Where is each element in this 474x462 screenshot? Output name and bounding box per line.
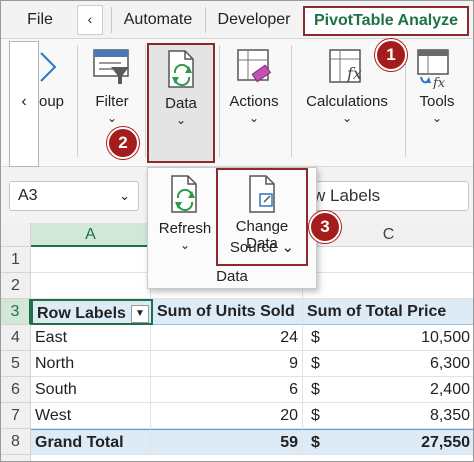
step-badge-1: 1 — [375, 39, 407, 71]
column-header-a[interactable]: A — [31, 223, 151, 247]
data-refresh-icon — [168, 50, 194, 88]
price-value: 8,350 — [429, 407, 470, 424]
filter-dropdown-icon[interactable]: ▼ — [131, 305, 149, 323]
table-row-units[interactable]: 20 — [151, 403, 303, 429]
table-row-label[interactable]: North — [31, 351, 151, 377]
select-all-corner[interactable] — [1, 223, 31, 247]
ribbon-divider — [77, 45, 78, 157]
tab-developer[interactable]: Developer — [207, 5, 301, 35]
actions-label: Actions — [229, 93, 279, 110]
table-row-label[interactable]: South — [31, 377, 151, 403]
row-header-1[interactable]: 1 — [1, 247, 31, 273]
change-data-source-button[interactable]: Change Data Source ⌄ — [216, 168, 308, 266]
tools-chevron-icon: ⌄ — [431, 111, 443, 125]
row-header-7[interactable]: 7 — [1, 403, 31, 429]
price-value: 10,500 — [421, 329, 470, 346]
cell[interactable] — [31, 247, 151, 273]
tab-automate[interactable]: Automate — [113, 5, 203, 35]
currency-symbol: $ — [311, 434, 320, 451]
tools-button[interactable]: fx Tools ⌄ — [409, 39, 465, 167]
refresh-button[interactable]: Refresh ⌄ — [152, 172, 218, 266]
tab-pivottable-analyze[interactable]: PivotTable Analyze — [303, 6, 469, 36]
tab-divider — [111, 7, 112, 33]
pivot-header-row-labels[interactable]: Row Labels ▼ — [31, 299, 153, 325]
change-data-source-icon — [249, 175, 275, 213]
filter-icon — [93, 49, 129, 84]
tools-icon: fx — [417, 49, 449, 89]
price-value: 6,300 — [429, 355, 470, 372]
cell[interactable] — [303, 273, 473, 299]
step-badge-3: 3 — [309, 211, 341, 243]
group-label: oup — [39, 93, 65, 110]
refresh-icon — [171, 175, 197, 213]
calculations-label: Calculations — [306, 93, 388, 110]
name-box[interactable]: A3 ⌄ — [9, 181, 139, 211]
data-group-label: Data — [216, 268, 248, 285]
row-labels-text: Row Labels — [37, 305, 126, 322]
ribbon-divider — [291, 45, 292, 157]
currency-symbol: $ — [311, 355, 320, 372]
data-dropdown-menu: Refresh ⌄ Change Data Source ⌄ Data — [147, 167, 317, 289]
table-row-units[interactable]: 9 — [151, 351, 303, 377]
name-box-value: A3 — [18, 187, 38, 204]
cell[interactable] — [303, 247, 473, 273]
table-row-price[interactable]: $ 2,400 — [303, 377, 473, 403]
change-data-source-line2: Source ⌄ — [229, 239, 295, 256]
row-header-8[interactable]: 8 — [1, 429, 31, 455]
tools-label: Tools — [419, 93, 455, 110]
tab-scroll-left-button[interactable]: ‹ — [77, 5, 103, 35]
table-row-units[interactable]: 24 — [151, 325, 303, 351]
actions-chevron-icon: ⌄ — [248, 111, 260, 125]
ribbon-divider — [145, 45, 146, 157]
tab-file[interactable]: File — [11, 5, 69, 35]
currency-symbol: $ — [311, 381, 320, 398]
tab-divider — [205, 7, 206, 33]
data-label: Data — [165, 95, 197, 112]
grand-total-units[interactable]: 59 — [151, 429, 303, 455]
calculations-icon: fx — [329, 49, 362, 83]
ribbon-tab-bar: File ‹ Automate Developer PivotTable Ana… — [1, 1, 473, 39]
price-value: 2,400 — [429, 381, 470, 398]
calculations-chevron-icon: ⌄ — [341, 111, 353, 125]
svg-text:fx: fx — [346, 64, 362, 83]
table-row-units[interactable]: 6 — [151, 377, 303, 403]
actions-icon — [237, 49, 272, 83]
row-header-9[interactable] — [1, 455, 31, 461]
pivot-header-units[interactable]: Sum of Units Sold — [153, 299, 303, 325]
refresh-label: Refresh — [158, 220, 212, 237]
name-box-dropdown-icon[interactable]: ⌄ — [119, 182, 130, 210]
cell[interactable] — [31, 273, 151, 299]
excel-window: File ‹ Automate Developer PivotTable Ana… — [0, 0, 474, 462]
step-badge-2: 2 — [107, 127, 139, 159]
grand-total-price[interactable]: $ 27,550 — [303, 429, 473, 455]
table-row-price[interactable]: $ 8,350 — [303, 403, 473, 429]
formula-content: w Labels — [313, 186, 381, 205]
currency-symbol: $ — [311, 329, 320, 346]
table-row-price[interactable]: $ 10,500 — [303, 325, 473, 351]
table-row-label[interactable]: East — [31, 325, 151, 351]
currency-symbol: $ — [311, 407, 320, 424]
data-chevron-icon: ⌄ — [175, 113, 187, 127]
row-header-3[interactable]: 3 — [1, 299, 31, 325]
row-header-2[interactable]: 2 — [1, 273, 31, 299]
pivot-header-price[interactable]: Sum of Total Price — [303, 299, 473, 325]
svg-text:fx: fx — [432, 76, 446, 89]
table-row-price[interactable]: $ 6,300 — [303, 351, 473, 377]
data-button[interactable]: Data ⌄ — [147, 43, 215, 163]
actions-button[interactable]: Actions ⌄ — [223, 39, 285, 167]
group-button[interactable]: oup — [1, 39, 77, 167]
filter-chevron-icon: ⌄ — [106, 111, 118, 125]
refresh-chevron-icon: ⌄ — [179, 238, 191, 252]
table-row-label[interactable]: West — [31, 403, 151, 429]
group-icon — [40, 52, 57, 82]
filter-label: Filter — [95, 93, 129, 110]
grand-total-label[interactable]: Grand Total — [31, 429, 151, 455]
row-header-4[interactable]: 4 — [1, 325, 31, 351]
row-header-6[interactable]: 6 — [1, 377, 31, 403]
row-header-5[interactable]: 5 — [1, 351, 31, 377]
price-value: 27,550 — [421, 434, 470, 451]
ribbon-divider — [219, 45, 220, 157]
